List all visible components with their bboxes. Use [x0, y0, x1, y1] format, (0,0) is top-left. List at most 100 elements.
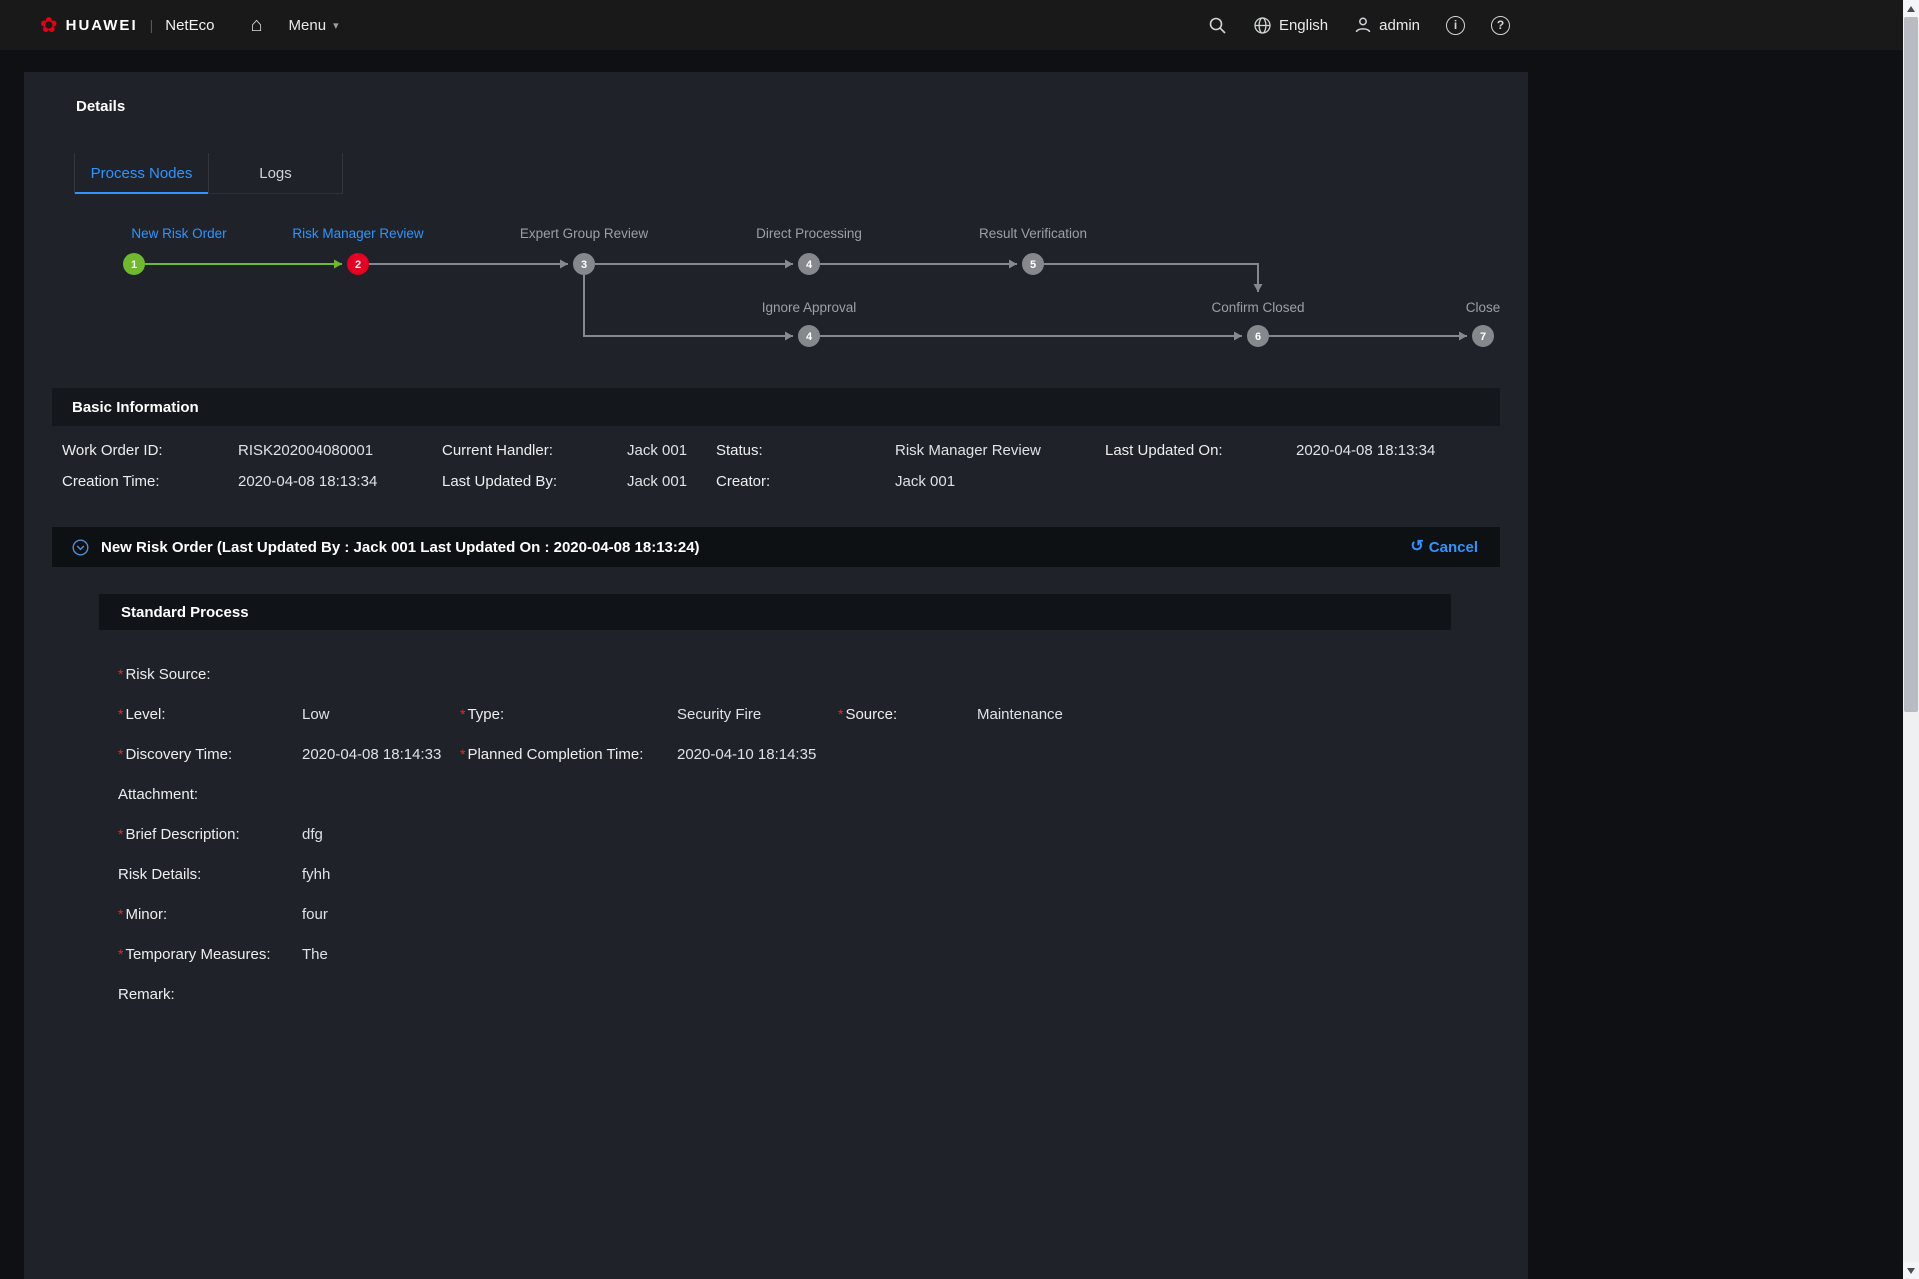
- undo-icon: ↺: [1410, 539, 1423, 555]
- info-label-status: Status:: [716, 442, 895, 459]
- flow-label-close: Close: [1466, 300, 1501, 315]
- standard-process-header: Standard Process: [99, 594, 1451, 630]
- field-label-discovery-time: *Discovery Time:: [118, 746, 302, 763]
- tab-logs[interactable]: Logs: [209, 153, 343, 193]
- product-name: NetEco: [165, 17, 214, 34]
- form-row: *Temporary Measures: The: [118, 934, 1432, 974]
- search-icon[interactable]: [1208, 16, 1227, 35]
- brand-separator: |: [150, 17, 154, 33]
- navbar-right-group: English admin i ?: [1208, 16, 1510, 35]
- field-value-temporary-measures: The: [302, 946, 677, 963]
- field-value-type: Security Fire: [677, 706, 838, 723]
- flow-label-risk-manager-review: Risk Manager Review: [292, 226, 424, 241]
- tab-bar: Process Nodes Logs: [74, 153, 343, 194]
- scrollbar-thumb[interactable]: [1904, 17, 1918, 712]
- field-label-level: *Level:: [118, 706, 302, 723]
- form-row: *Risk Source:: [118, 654, 1432, 694]
- help-icon[interactable]: ?: [1491, 16, 1510, 35]
- info-value-last-updated-by: Jack 001: [627, 473, 716, 490]
- required-marker: *: [838, 706, 843, 722]
- page-scrollbar[interactable]: [1903, 0, 1919, 1279]
- globe-icon: [1253, 16, 1272, 35]
- page-title: Details: [52, 98, 1500, 115]
- required-marker: *: [460, 706, 465, 722]
- info-value-creation-time: 2020-04-08 18:13:34: [238, 473, 442, 490]
- brand-name: HUAWEI: [66, 17, 138, 34]
- required-marker: *: [118, 906, 123, 922]
- username-label: admin: [1379, 17, 1420, 34]
- basic-information-section: Basic Information Work Order ID: RISK202…: [52, 388, 1500, 502]
- info-label-creation-time: Creation Time:: [62, 473, 238, 490]
- info-label-last-updated-on: Last Updated On:: [1105, 442, 1296, 459]
- language-label: English: [1279, 17, 1328, 34]
- form-row: *Brief Description: dfg: [118, 814, 1432, 854]
- info-value-last-updated-on: 2020-04-08 18:13:34: [1296, 442, 1500, 459]
- user-icon: [1354, 16, 1372, 34]
- flow-number-6: 6: [1255, 331, 1261, 343]
- flow-number-4b: 4: [806, 331, 813, 343]
- info-value-current-handler: Jack 001: [627, 442, 716, 459]
- field-value-level: Low: [302, 706, 460, 723]
- chevron-down-icon: ▾: [333, 19, 339, 32]
- flow-number-4: 4: [806, 259, 813, 271]
- details-panel: Details Process Nodes Logs: [24, 72, 1528, 1279]
- field-label-brief-description: *Brief Description:: [118, 826, 302, 843]
- home-icon[interactable]: ⌂: [250, 15, 262, 35]
- user-menu[interactable]: admin: [1354, 16, 1420, 34]
- flow-label-expert-group-review: Expert Group Review: [520, 226, 649, 241]
- field-label-type: *Type:: [460, 706, 677, 723]
- field-label-attachment: Attachment:: [118, 786, 302, 803]
- field-value-planned-completion-time: 2020-04-10 18:14:35: [677, 746, 977, 763]
- cancel-button[interactable]: ↺ Cancel: [1410, 539, 1478, 556]
- order-section-header: New Risk Order (Last Updated By : Jack 0…: [52, 527, 1500, 567]
- form-row: *Minor: four: [118, 894, 1432, 934]
- info-label-work-order-id: Work Order ID:: [62, 442, 238, 459]
- order-section-title: New Risk Order (Last Updated By : Jack 0…: [101, 539, 700, 556]
- flow-number-5: 5: [1030, 259, 1036, 271]
- collapse-icon[interactable]: [72, 539, 89, 556]
- flow-number-3: 3: [581, 259, 587, 271]
- flow-number-7: 7: [1480, 331, 1486, 343]
- info-value-work-order-id: RISK202004080001: [238, 442, 442, 459]
- process-flow-diagram: New Risk Order Risk Manager Review Exper…: [102, 214, 1532, 366]
- huawei-logo-icon: ✿: [40, 15, 58, 36]
- form-row: Remark:: [118, 974, 1432, 1014]
- flow-label-ignore-approval: Ignore Approval: [762, 300, 857, 315]
- order-section-body: Standard Process *Risk Source: *Level: L…: [52, 567, 1500, 1044]
- flow-number-1: 1: [131, 259, 137, 271]
- form-row: Risk Details: fyhh: [118, 854, 1432, 894]
- basic-information-grid: Work Order ID: RISK202004080001 Current …: [52, 426, 1500, 502]
- flow-label-direct-processing: Direct Processing: [756, 226, 862, 241]
- field-label-minor: *Minor:: [118, 906, 302, 923]
- required-marker: *: [118, 946, 123, 962]
- field-value-discovery-time: 2020-04-08 18:14:33: [302, 746, 460, 763]
- required-marker: *: [118, 666, 123, 682]
- scrollbar-up-arrow[interactable]: [1903, 0, 1919, 17]
- field-label-source: *Source:: [838, 706, 977, 723]
- form-row: *Discovery Time: 2020-04-08 18:14:33 *Pl…: [118, 734, 1432, 774]
- info-value-creator: Jack 001: [895, 473, 1105, 490]
- field-value-risk-details: fyhh: [302, 866, 677, 883]
- form-row: Attachment:: [118, 774, 1432, 814]
- info-icon[interactable]: i: [1446, 16, 1465, 35]
- field-value-brief-description: dfg: [302, 826, 677, 843]
- scrollbar-down-arrow[interactable]: [1903, 1262, 1919, 1279]
- required-marker: *: [118, 826, 123, 842]
- info-glyph: i: [1454, 18, 1457, 32]
- required-marker: *: [118, 746, 123, 762]
- tab-process-nodes[interactable]: Process Nodes: [75, 153, 209, 193]
- info-label-current-handler: Current Handler:: [442, 442, 627, 459]
- field-label-remark: Remark:: [118, 986, 302, 1003]
- top-navbar: ✿ HUAWEI | NetEco ⌂ Menu ▾ English: [0, 0, 1903, 50]
- menu-button[interactable]: Menu ▾: [289, 17, 339, 34]
- help-glyph: ?: [1497, 18, 1504, 32]
- language-switcher[interactable]: English: [1253, 16, 1328, 35]
- info-label-creator: Creator:: [716, 473, 895, 490]
- field-value-minor: four: [302, 906, 677, 923]
- required-marker: *: [118, 706, 123, 722]
- flow-number-2: 2: [355, 259, 361, 271]
- page-background: Details Process Nodes Logs: [0, 50, 1903, 1279]
- flow-label-confirm-closed: Confirm Closed: [1211, 300, 1304, 315]
- required-marker: *: [460, 746, 465, 762]
- cancel-label: Cancel: [1429, 539, 1478, 556]
